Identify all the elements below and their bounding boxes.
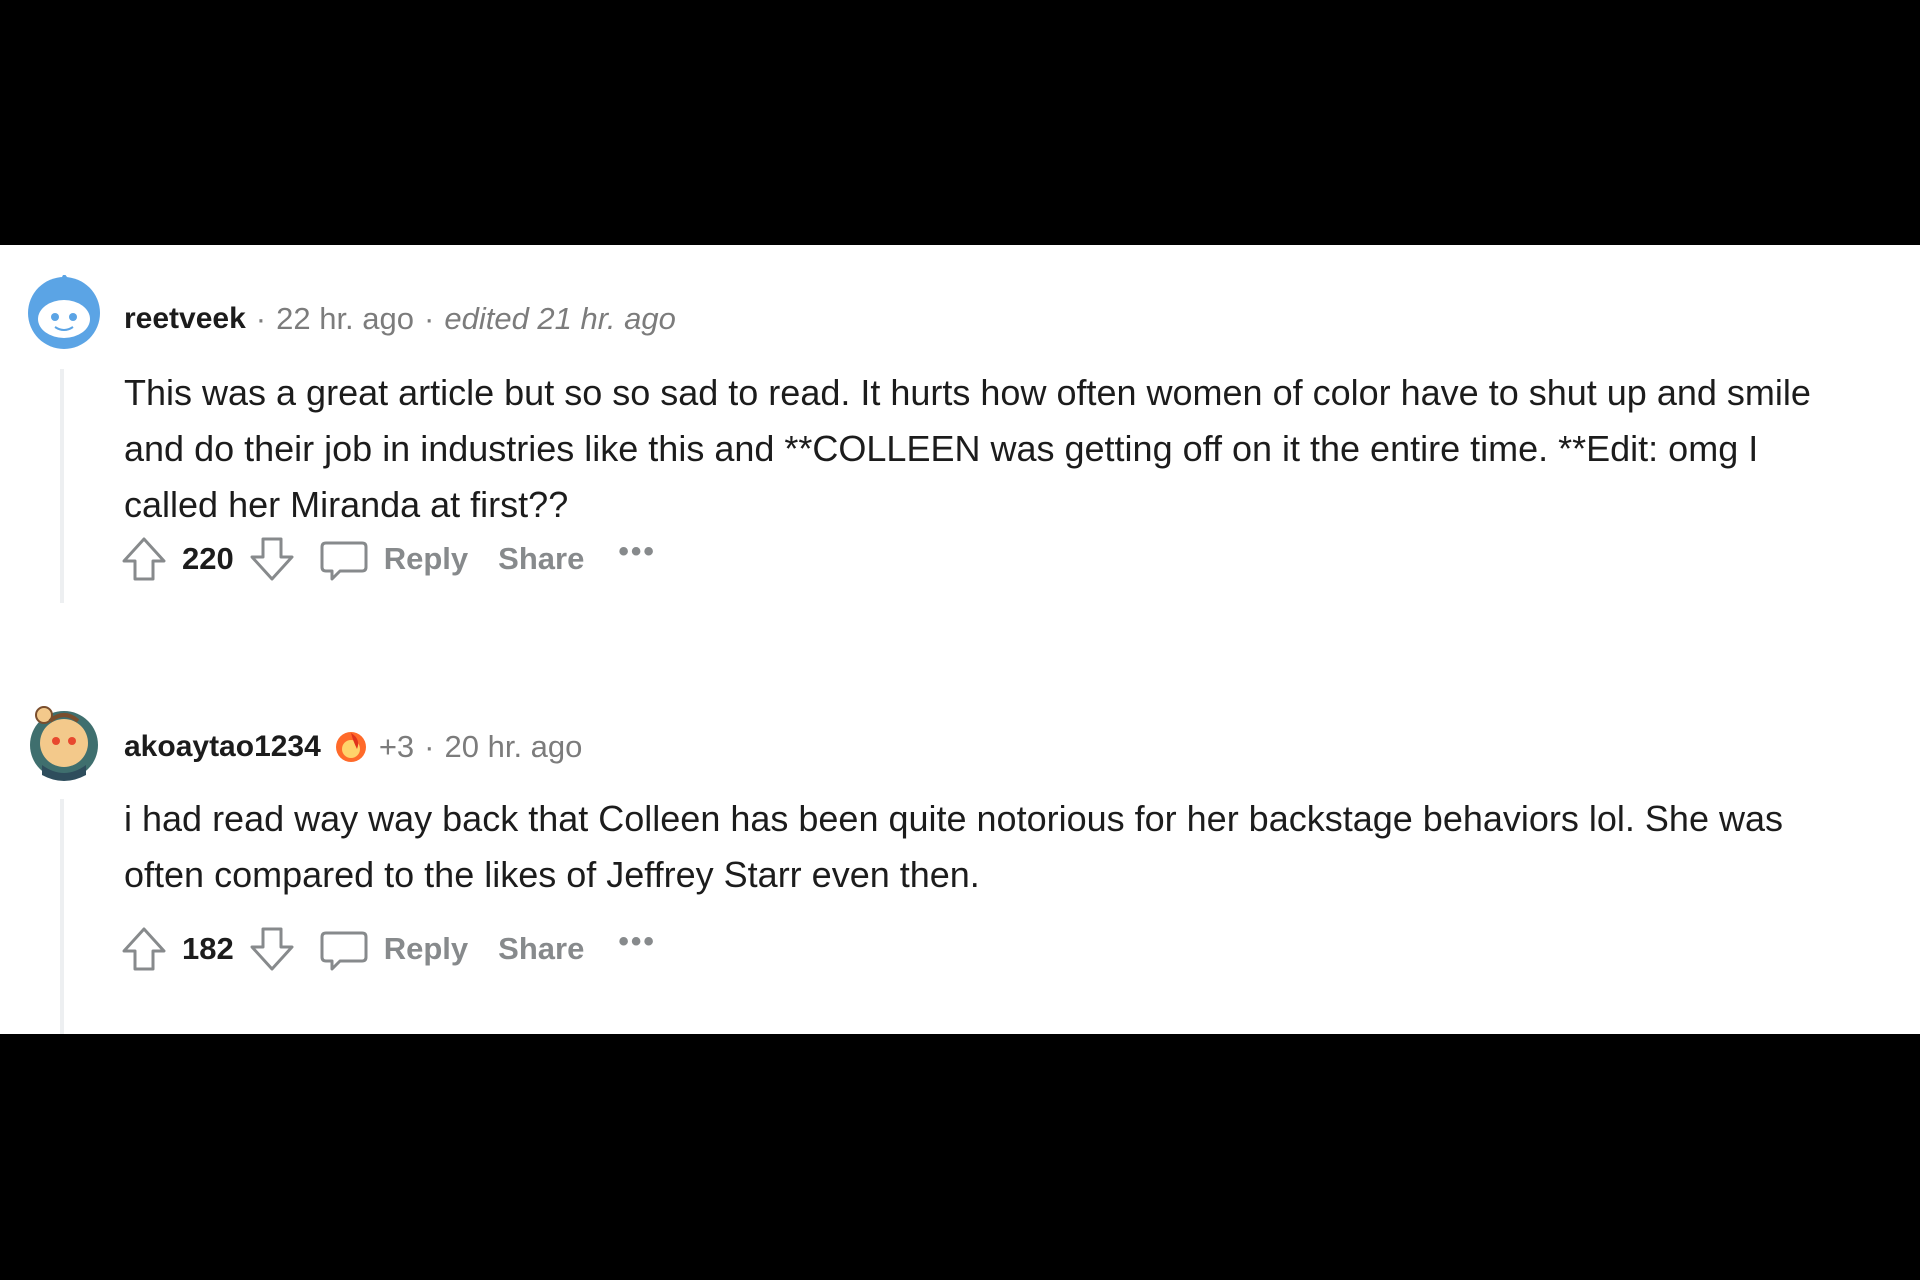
snoo-avatar-icon[interactable] <box>26 705 102 781</box>
comment-body: i had read way way back that Colleen has… <box>124 798 1783 895</box>
comments-panel: reetveek · 22 hr. ago · edited 21 hr. ag… <box>0 245 1920 1034</box>
edited-timestamp: edited 21 hr. ago <box>444 301 676 336</box>
thread-line[interactable] <box>60 369 64 603</box>
separator-dot: · <box>255 301 267 336</box>
vote-score: 182 <box>182 931 234 966</box>
comment-bubble-icon[interactable] <box>318 923 370 975</box>
downvote-icon[interactable] <box>246 533 298 585</box>
timestamp[interactable]: 20 hr. ago <box>445 729 583 765</box>
reply-button[interactable]: Reply <box>384 541 468 577</box>
comment-body: This was a great article but so so sad t… <box>124 372 1811 525</box>
upvote-icon[interactable] <box>118 923 170 975</box>
timestamp[interactable]: 22 hr. ago <box>276 301 414 337</box>
downvote-icon[interactable] <box>246 923 298 975</box>
share-button[interactable]: Share <box>498 931 584 967</box>
vote-score: 220 <box>182 541 234 576</box>
comment-meta: reetveek · 22 hr. ago · edited 21 hr. ag… <box>124 299 676 339</box>
reply-button[interactable]: Reply <box>384 931 468 967</box>
share-button[interactable]: Share <box>498 541 584 577</box>
karma-count: +3 <box>378 729 415 764</box>
separator-dot: · <box>424 301 435 336</box>
username[interactable]: akoaytao1234 <box>124 730 321 764</box>
upvote-icon[interactable] <box>118 533 170 585</box>
snoo-avatar-icon[interactable] <box>26 275 102 351</box>
comment-meta: akoaytao1234 +3 · 20 hr. ago <box>124 727 582 767</box>
comment-actions: 220 Reply Share ••• <box>118 529 656 589</box>
achievement-flair-icon[interactable] <box>333 729 369 765</box>
separator-dot: · <box>424 729 435 764</box>
thread-line[interactable] <box>60 799 64 1034</box>
comment-bubble-icon[interactable] <box>318 533 370 585</box>
more-options-button[interactable]: ••• <box>618 925 656 959</box>
username[interactable]: reetveek <box>124 302 246 336</box>
more-options-button[interactable]: ••• <box>618 535 656 569</box>
comment-actions: 182 Reply Share ••• <box>118 919 656 979</box>
